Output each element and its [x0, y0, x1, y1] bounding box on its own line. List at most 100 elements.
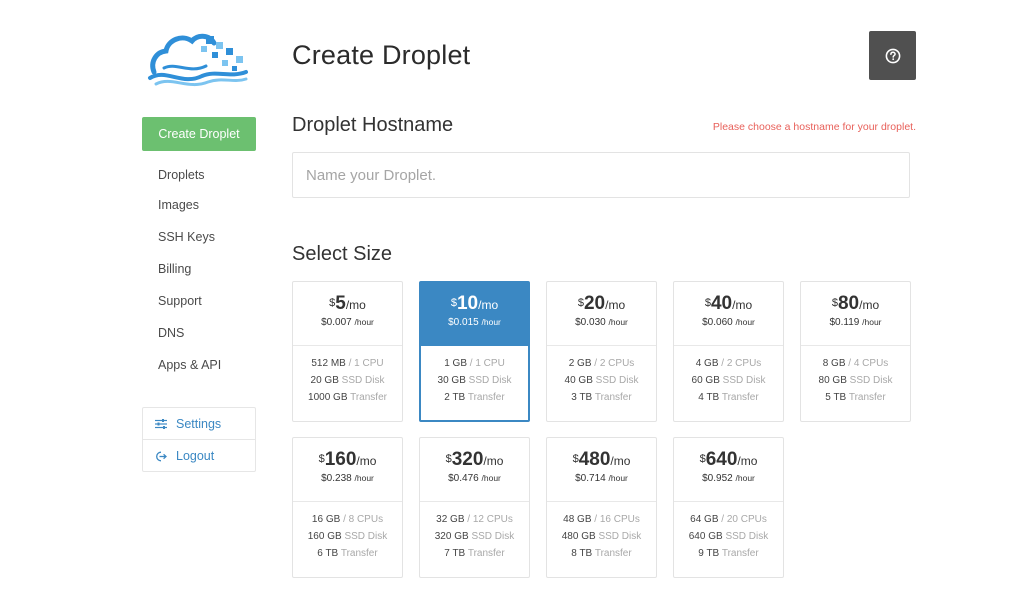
sidebar-item-droplets[interactable]: Droplets: [158, 160, 221, 189]
help-button[interactable]: [869, 31, 916, 80]
size-card-40[interactable]: $40/mo $0.060 /hour 4 GB / 2 CPUs 60 GB SSD…: [673, 281, 784, 422]
transfer-label: Transfer: [848, 392, 886, 403]
per-hour: /hour: [735, 473, 755, 483]
price-amount: 480: [578, 449, 611, 470]
spec-disk: 320 GB SSD Disk: [435, 528, 515, 545]
hourly-price: $0.007 /hour: [321, 317, 374, 328]
hourly-price: $0.476 /hour: [448, 473, 501, 484]
price-area: $5/mo $0.007 /hour: [293, 282, 402, 346]
price-amount: 320: [451, 449, 484, 470]
price-area: $640/mo $0.952 /hour: [674, 438, 783, 502]
logout-icon: [156, 451, 167, 461]
per-hour: /hour: [481, 317, 501, 327]
sidebar-item-apps-api[interactable]: Apps & API: [158, 349, 221, 381]
currency-symbol: $: [445, 453, 452, 465]
cpu-value: / 1 CPU: [348, 358, 384, 369]
plan-specs: 4 GB / 2 CPUs 60 GB SSD Disk 4 TB Transfer: [674, 346, 783, 406]
per-month: /mo: [345, 298, 366, 312]
spec-memory: 64 GB / 20 CPUs: [690, 511, 767, 528]
transfer-label: Transfer: [350, 392, 387, 403]
hourly-price: $0.060 /hour: [702, 317, 755, 328]
transfer-value: 6 TB: [317, 548, 339, 559]
plan-specs: 512 MB / 1 CPU 20 GB SSD Disk 1000 GB Tran…: [293, 346, 402, 406]
plan-specs: 2 GB / 2 CPUs 40 GB SSD Disk 3 TB Transfer: [547, 346, 656, 406]
plan-specs: 1 GB / 1 CPU 30 GB SSD Disk 2 TB Transfer: [421, 346, 528, 406]
question-icon: [885, 48, 900, 63]
price-amount: 20: [583, 293, 606, 314]
spec-transfer: 8 TB Transfer: [571, 545, 631, 562]
disk-value: 160 GB: [307, 531, 342, 542]
size-card-480[interactable]: $480/mo $0.714 /hour 48 GB / 16 CPUs 480 GB…: [546, 437, 657, 578]
currency-symbol: $: [699, 453, 706, 465]
disk-value: 30 GB: [437, 375, 466, 386]
size-card-10[interactable]: $10/mo $0.015 /hour 1 GB / 1 CPU 30 GB SSD …: [419, 281, 530, 422]
hourly-amount: $0.714: [575, 473, 606, 484]
sidebar-item-images[interactable]: Images: [158, 189, 221, 221]
disk-label: SSD Disk: [341, 375, 385, 386]
ram-value: 32 GB: [436, 514, 465, 525]
sidebar-item-support[interactable]: Support: [158, 285, 221, 317]
hostname-input[interactable]: [292, 152, 910, 198]
ram-value: 2 GB: [568, 358, 592, 369]
price-area: $320/mo $0.476 /hour: [420, 438, 529, 502]
spec-transfer: 7 TB Transfer: [444, 545, 504, 562]
create-droplet-button[interactable]: Create Droplet: [142, 117, 256, 151]
cloud-logo-icon: [148, 33, 248, 87]
disk-value: 40 GB: [564, 375, 593, 386]
ram-value: 16 GB: [311, 514, 341, 525]
per-hour: /hour: [862, 317, 882, 327]
size-card-320[interactable]: $320/mo $0.476 /hour 32 GB / 12 CPUs 320 GB…: [419, 437, 530, 578]
spec-memory: 1 GB / 1 CPU: [444, 355, 505, 372]
monthly-price: $20/mo: [578, 294, 625, 315]
hourly-price: $0.952 /hour: [702, 473, 755, 484]
transfer-label: Transfer: [467, 548, 505, 559]
logout-link[interactable]: Logout: [143, 440, 255, 472]
price-amount: 10: [456, 293, 479, 314]
disk-label: SSD Disk: [725, 531, 769, 542]
size-card-20[interactable]: $20/mo $0.030 /hour 2 GB / 2 CPUs 40 GB SSD…: [546, 281, 657, 422]
transfer-value: 4 TB: [698, 392, 720, 403]
per-month: /mo: [478, 298, 499, 312]
monthly-price: $40/mo: [705, 294, 752, 315]
spec-memory: 8 GB / 4 CPUs: [823, 355, 889, 372]
spec-transfer: 6 TB Transfer: [317, 545, 377, 562]
spec-memory: 48 GB / 16 CPUs: [563, 511, 640, 528]
hourly-price: $0.119 /hour: [830, 317, 882, 328]
settings-link[interactable]: Settings: [143, 408, 255, 440]
per-hour: /hour: [735, 317, 755, 327]
per-hour: /hour: [608, 317, 628, 327]
logout-label: Logout: [176, 449, 215, 463]
sidebar-item-billing[interactable]: Billing: [158, 253, 221, 285]
hourly-amount: $0.952: [702, 473, 733, 484]
monthly-price: $10/mo: [451, 294, 498, 315]
hourly-amount: $0.015: [448, 317, 479, 328]
disk-label: SSD Disk: [595, 375, 639, 386]
ram-value: 64 GB: [690, 514, 719, 525]
price-area: $160/mo $0.238 /hour: [293, 438, 402, 502]
price-area: $480/mo $0.714 /hour: [547, 438, 656, 502]
hourly-price: $0.238 /hour: [321, 473, 374, 484]
size-card-5[interactable]: $5/mo $0.007 /hour 512 MB / 1 CPU 20 GB SSD…: [292, 281, 403, 422]
transfer-label: Transfer: [594, 392, 632, 403]
ram-value: 8 GB: [822, 358, 846, 369]
currency-symbol: $: [831, 297, 838, 309]
size-card-640[interactable]: $640/mo $0.952 /hour 64 GB / 20 CPUs 640 GB…: [673, 437, 784, 578]
cpu-value: / 4 CPUs: [848, 358, 889, 369]
size-card-160[interactable]: $160/mo $0.238 /hour 16 GB / 8 CPUs 160 GB …: [292, 437, 403, 578]
size-card-80[interactable]: $80/mo $0.119 /hour 8 GB / 4 CPUs 80 GB SSD…: [800, 281, 911, 422]
plan-specs: 64 GB / 20 CPUs 640 GB SSD Disk 9 TB Trans…: [674, 502, 783, 562]
hourly-amount: $0.119: [829, 317, 860, 328]
cpu-value: / 1 CPU: [469, 358, 505, 369]
transfer-label: Transfer: [467, 392, 505, 403]
hostname-error: Please choose a hostname for your drople…: [712, 121, 916, 133]
transfer-value: 5 TB: [825, 392, 847, 403]
spec-transfer: 9 TB Transfer: [698, 545, 758, 562]
sidebar-item-ssh-keys[interactable]: SSH Keys: [158, 221, 221, 253]
spec-transfer: 1000 GB Transfer: [308, 389, 387, 406]
transfer-label: Transfer: [594, 548, 632, 559]
disk-label: SSD Disk: [471, 531, 515, 542]
sidebar-item-dns[interactable]: DNS: [158, 317, 221, 349]
spec-memory: 16 GB / 8 CPUs: [312, 511, 383, 528]
spec-disk: 640 GB SSD Disk: [689, 528, 769, 545]
account-menu: Settings Logout: [142, 407, 256, 472]
